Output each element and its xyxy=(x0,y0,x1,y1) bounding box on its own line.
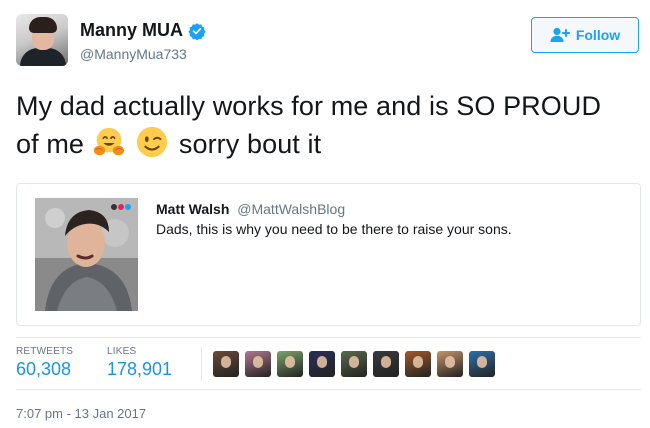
quoted-tweet-card[interactable]: Matt Walsh @MattWalshBlog Dads, this is … xyxy=(16,183,641,326)
likes-label: LIKES xyxy=(107,346,137,357)
liker-avatar-5[interactable] xyxy=(341,351,367,377)
liker-avatar-3[interactable] xyxy=(277,351,303,377)
retweets-stat[interactable]: RETWEETS 60,308 xyxy=(16,346,73,380)
liker-avatar-9[interactable] xyxy=(469,351,495,377)
liker-avatar-head-shape xyxy=(285,356,295,368)
avatar-body-shape xyxy=(20,48,66,66)
quoted-tweet-author-handle[interactable]: @MattWalshBlog xyxy=(237,201,345,217)
tweet-stats-bar: RETWEETS 60,308 LIKES 178,901 xyxy=(16,337,641,390)
author-handle[interactable]: @MannyMua733 xyxy=(80,46,187,62)
liker-avatar-6[interactable] xyxy=(373,351,399,377)
liker-avatar-head-shape xyxy=(381,356,391,368)
liker-avatars xyxy=(213,351,501,377)
likes-stat[interactable]: LIKES 178,901 xyxy=(107,346,172,380)
liker-avatar-4[interactable] xyxy=(309,351,335,377)
liker-avatar-7[interactable] xyxy=(405,351,431,377)
quoted-tweet-photo-icon xyxy=(35,198,138,311)
follow-user-plus-icon xyxy=(550,27,570,42)
quoted-tweet-author-name[interactable]: Matt Walsh xyxy=(156,201,229,217)
follow-button[interactable]: Follow xyxy=(531,17,639,53)
liker-avatar-head-shape xyxy=(253,356,263,368)
liker-avatar-head-shape xyxy=(349,356,359,368)
stats-divider xyxy=(201,347,202,381)
tweet-text: My dad actually works for me and is SO P… xyxy=(16,88,626,163)
tweet-text-part2: sorry bout it xyxy=(178,129,322,159)
tweet-timestamp[interactable]: 7:07 pm - 13 Jan 2017 xyxy=(16,406,146,421)
avatar-hair-shape xyxy=(29,17,57,33)
hugging-face-emoji-icon xyxy=(93,127,124,156)
liker-avatar-head-shape xyxy=(445,356,455,368)
follow-button-label: Follow xyxy=(575,27,621,43)
author-name-row: Manny MUA xyxy=(80,20,206,41)
liker-avatar-8[interactable] xyxy=(437,351,463,377)
likes-count: 178,901 xyxy=(107,359,173,379)
quoted-tweet-author-row: Matt Walsh @MattWalshBlog xyxy=(156,201,345,217)
liker-avatar-head-shape xyxy=(221,356,231,368)
author-display-name[interactable]: Manny MUA xyxy=(80,20,183,41)
liker-avatar-head-shape xyxy=(477,356,487,368)
verified-badge-icon xyxy=(188,22,206,40)
liker-avatar-head-shape xyxy=(413,356,423,368)
quoted-tweet-text: Dads, this is why you need to be there t… xyxy=(156,221,512,237)
liker-avatar-head-shape xyxy=(317,356,327,368)
author-avatar[interactable] xyxy=(16,14,68,66)
winking-face-emoji-icon xyxy=(137,126,168,158)
liker-avatar-1[interactable] xyxy=(213,351,239,377)
quoted-tweet-image[interactable] xyxy=(35,198,138,311)
liker-avatar-2[interactable] xyxy=(245,351,271,377)
retweets-count: 60,308 xyxy=(16,359,72,379)
retweets-label: RETWEETS xyxy=(16,346,74,357)
